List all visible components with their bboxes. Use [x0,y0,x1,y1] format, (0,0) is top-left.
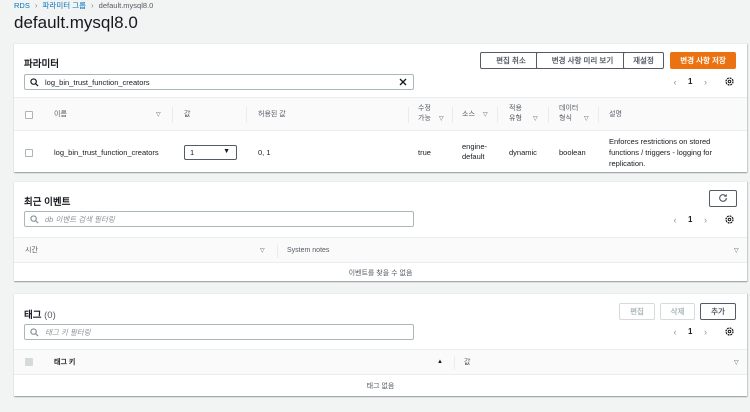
column-value[interactable]: 값 [184,110,190,120]
caret-down-icon[interactable]: ▽ [483,111,488,118]
param-apply-type: dynamic [509,148,537,157]
breadcrumb-current: default.mysql8.0 [98,0,154,10]
page-number[interactable]: 1 [688,77,692,86]
refresh-icon [718,193,728,205]
select-all-checkbox[interactable] [25,111,33,119]
parameters-title: 파라미터 [24,59,59,70]
refresh-button[interactable] [709,190,737,207]
chevron-right-icon[interactable]: › [701,327,709,337]
param-allowed-values: 0, 1 [258,148,271,157]
cancel-edit-button[interactable]: 편집 취소 [480,52,542,69]
preview-changes-button[interactable]: 변경 사항 미리 보기 [536,52,629,69]
chevron-left-icon[interactable]: ‹ [671,327,679,337]
parameters-panel: 파라미터 편집 취소 변경 사항 미리 보기 재설정 변경 사항 저장 log_… [14,43,747,172]
parameters-table-header: 이름 ▽ 값 허용된 값 수정 가능 ▽ 소스 ▽ 적용 유형 ▽ 데이터 형식… [14,97,747,131]
caret-down-icon[interactable]: ▽ [439,115,444,122]
column-description[interactable]: 설명 [609,110,622,120]
save-changes-button[interactable]: 변경 사항 저장 [670,52,736,69]
chevron-right-icon: › [91,0,94,10]
breadcrumb: RDS › 파라미터 그룹 › default.mysql8.0 [14,0,153,10]
param-datatype: boolean [559,148,586,157]
breadcrumb-rds[interactable]: RDS [14,1,30,10]
select-all-tags-checkbox[interactable] [25,358,33,366]
column-allowed-values[interactable]: 허용된 값 [258,110,286,120]
tags-panel: 태그 (0) 편집 삭제 추가 태그 키 필터링 ‹ 1 › 태그 키 ▲ 값 … [14,293,747,396]
tags-search-placeholder: 태그 키 필터링 [45,327,91,337]
column-tag-key[interactable]: 태그 키 [54,358,75,368]
events-table-header: 시간 ▽ System notes ▽ [14,237,747,263]
events-pagination: ‹ 1 › [671,214,735,225]
caret-down-icon[interactable]: ▽ [734,247,739,254]
chevron-right-icon: › [34,0,38,10]
param-description-1: Enforces restrictions on stored [609,137,711,146]
page-title: default.mysql8.0 [14,13,138,32]
tags-search-input[interactable]: 태그 키 필터링 [24,324,414,340]
delete-tags-button[interactable]: 삭제 [660,303,695,320]
tags-pagination: ‹ 1 › [671,326,735,337]
sort-up-icon[interactable]: ▲ [437,359,443,365]
tags-title-text: 태그 [24,310,42,321]
column-modifiable-2[interactable]: 가능 [418,114,431,124]
chevron-right-icon[interactable]: › [701,215,709,225]
caret-down-icon: ▼ [223,148,230,155]
tags-title: 태그 (0) [24,307,56,321]
page-number[interactable]: 1 [688,327,692,336]
caret-down-icon[interactable]: ▽ [734,359,739,366]
search-icon [29,77,40,88]
add-tag-button[interactable]: 추가 [700,303,736,320]
search-icon [29,214,40,225]
recent-events-title: 최근 이벤트 [24,197,71,208]
gear-icon[interactable] [724,214,735,225]
column-system-notes[interactable]: System notes [287,246,329,256]
tags-count: (0) [44,310,56,321]
caret-down-icon[interactable]: ▽ [260,247,265,254]
breadcrumb-parameter-groups[interactable]: 파라미터 그룹 [43,0,86,11]
column-modifiable-1[interactable]: 수정 [418,104,431,114]
caret-down-icon[interactable]: ▽ [533,115,538,122]
caret-down-icon[interactable]: ▽ [156,111,161,118]
param-description-2: functions / triggers - logging for [609,148,712,157]
search-value: log_bin_trust_function_creators [45,77,150,87]
reset-button[interactable]: 재설정 [623,52,664,69]
parameter-search-input[interactable]: log_bin_trust_function_creators [24,74,414,90]
param-modifiable: true [418,148,431,157]
chevron-right-icon[interactable]: › [701,77,709,87]
chevron-left-icon[interactable]: ‹ [671,77,679,87]
column-datatype-1[interactable]: 데이터 [559,104,578,114]
events-empty-message: 이벤트를 찾을 수 없음 [348,270,413,277]
column-datatype-2[interactable]: 형식 [559,114,572,124]
chevron-left-icon[interactable]: ‹ [671,215,679,225]
param-source-1: engine- [462,142,488,151]
column-source[interactable]: 소스 [462,110,475,120]
param-value-select[interactable]: 1 ▼ [184,145,237,160]
column-time[interactable]: 시간 [25,246,38,256]
tags-table-header: 태그 키 ▲ 값 ▽ [14,349,747,375]
recent-events-panel: 최근 이벤트 db 이벤트 검색 필터링 ‹ 1 › 시간 ▽ System n… [14,181,747,281]
column-name[interactable]: 이름 [54,110,67,120]
row-checkbox[interactable] [25,149,33,157]
caret-down-icon[interactable]: ▽ [584,115,589,122]
gear-icon[interactable] [724,326,735,337]
clear-icon[interactable] [398,77,408,87]
param-name: log_bin_trust_function_creators [54,148,159,157]
gear-icon[interactable] [724,76,735,87]
parameters-pagination: ‹ 1 › [671,76,735,87]
param-source-2: default [462,152,485,161]
search-icon [29,327,40,338]
edit-tags-button[interactable]: 편집 [619,303,655,320]
column-apply-type-1[interactable]: 적용 [509,104,522,114]
tags-empty-message: 태그 없음 [366,383,395,390]
events-search-input[interactable]: db 이벤트 검색 필터링 [24,211,414,227]
page-number[interactable]: 1 [688,215,692,224]
param-description-3: replication. [609,159,646,168]
param-value: 1 [190,148,195,157]
column-apply-type-2[interactable]: 유형 [509,114,522,124]
column-tag-value[interactable]: 값 [464,358,470,368]
events-search-placeholder: db 이벤트 검색 필터링 [45,214,115,224]
